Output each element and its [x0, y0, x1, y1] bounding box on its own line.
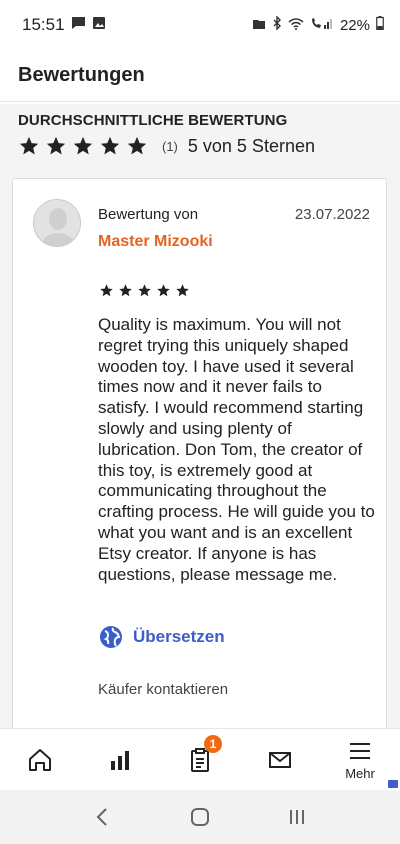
- review-list[interactable]: Bewertung von 23.07.2022 Master Mizooki …: [0, 176, 400, 778]
- review-star-rating: [99, 283, 190, 298]
- back-chevron-icon: [96, 808, 108, 826]
- bluetooth-icon: [272, 15, 282, 34]
- star-icon: [157, 284, 170, 297]
- nav-messages[interactable]: [240, 729, 320, 790]
- average-rating-text: 5 von 5 Sternen: [187, 135, 315, 156]
- contact-buyer-link[interactable]: Käufer kontaktieren: [98, 681, 228, 698]
- messages-icon: [269, 751, 291, 768]
- chat-notification-icon: [71, 16, 86, 35]
- page-title: Bewertungen: [18, 64, 145, 86]
- home-icon: [29, 748, 51, 771]
- user-avatar-icon: [34, 200, 80, 246]
- overlay-marker-icon: [388, 780, 398, 788]
- review-by-label: Bewertung von: [98, 206, 199, 223]
- review-date: 23.07.2022: [294, 206, 370, 223]
- call-signal-icon: [310, 16, 334, 34]
- battery-icon: [376, 16, 384, 34]
- orders-badge: 1: [204, 735, 222, 753]
- gallery-notification-icon: [92, 16, 106, 35]
- stats-icon: [111, 750, 129, 770]
- system-home-button[interactable]: [189, 806, 211, 828]
- recents-icon: [289, 810, 304, 824]
- average-rating-section: DURCHSCHNITTLICHE BEWERTUNG (1) 5 von 5 …: [0, 104, 400, 176]
- nav-home[interactable]: [0, 729, 80, 790]
- nav-stats[interactable]: [80, 729, 160, 790]
- app-header: Bewertungen: [0, 50, 400, 102]
- star-icon: [176, 284, 189, 297]
- star-icon: [138, 284, 151, 297]
- star-icon: [119, 284, 132, 297]
- translate-label: Übersetzen: [133, 627, 225, 646]
- status-bar: 15:51 22%: [0, 0, 400, 50]
- home-square-icon: [190, 808, 209, 826]
- reviewer-name-link[interactable]: Master Mizooki: [98, 233, 213, 251]
- folder-icon: [252, 17, 266, 34]
- star-icon: [100, 136, 120, 155]
- wifi-icon: [288, 17, 304, 34]
- average-rating-label: DURCHSCHNITTLICHE BEWERTUNG: [18, 112, 288, 129]
- reviewer-avatar[interactable]: [33, 199, 81, 247]
- system-back-button[interactable]: [92, 806, 114, 828]
- system-recents-button[interactable]: [286, 806, 308, 828]
- menu-icon: [350, 743, 370, 759]
- star-icon: [46, 136, 66, 155]
- star-icon: [127, 136, 147, 155]
- star-icon: [73, 136, 93, 155]
- average-star-rating: [18, 135, 148, 157]
- nav-more-label: Mehr: [345, 766, 375, 781]
- nav-orders[interactable]: 1: [160, 729, 240, 790]
- bottom-navigation: 1 Mehr: [0, 728, 400, 790]
- review-count: (1): [162, 138, 178, 154]
- star-icon: [19, 136, 39, 155]
- status-time: 15:51: [22, 15, 65, 34]
- nav-more[interactable]: Mehr: [320, 729, 400, 790]
- globe-icon: [99, 625, 123, 649]
- translate-button[interactable]: Übersetzen: [99, 625, 225, 649]
- battery-text: 22%: [339, 16, 370, 34]
- system-navigation-bar: [0, 790, 400, 844]
- review-card: Bewertung von 23.07.2022 Master Mizooki …: [12, 178, 387, 778]
- review-text: Quality is maximum. You will not regret …: [98, 315, 375, 584]
- star-icon: [100, 284, 113, 297]
